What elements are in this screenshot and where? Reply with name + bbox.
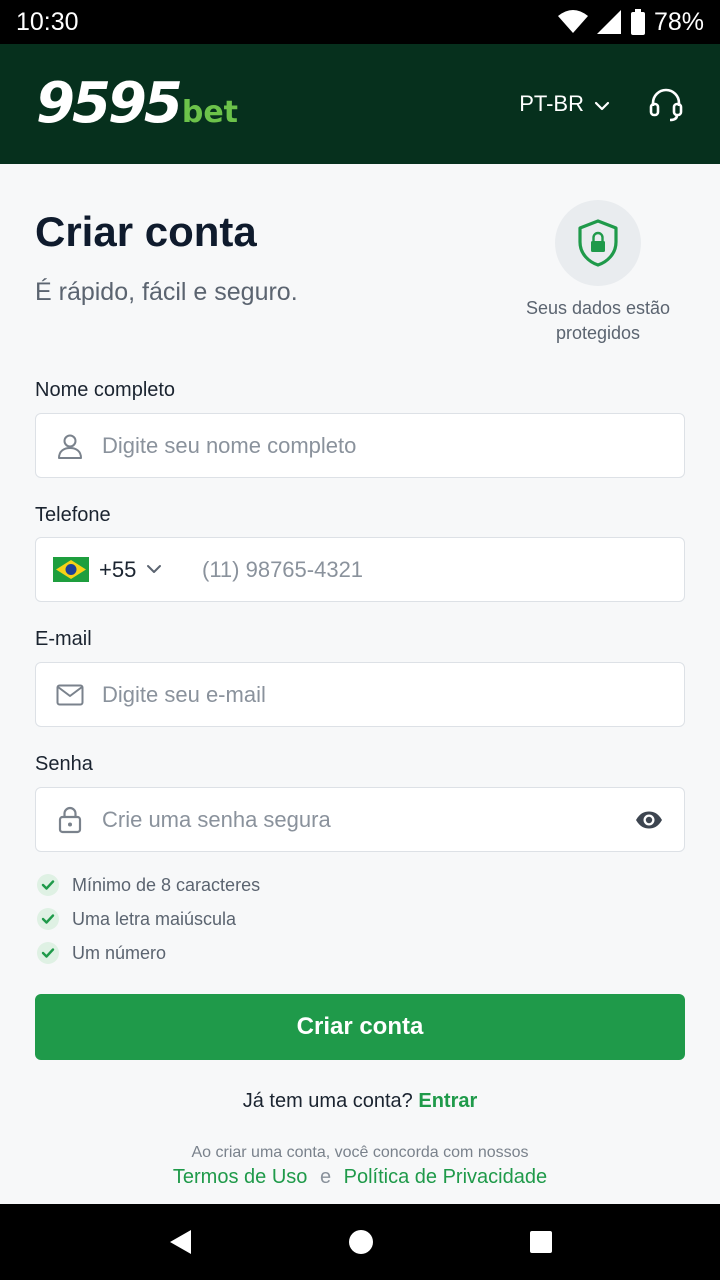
terms-conjunction: e xyxy=(319,1166,332,1188)
back-icon[interactable] xyxy=(167,1228,193,1256)
logo-main: 9595 xyxy=(36,71,183,136)
password-label: Senha xyxy=(35,753,93,775)
lock-icon xyxy=(36,806,102,834)
name-field[interactable] xyxy=(35,413,685,478)
check-icon xyxy=(37,908,59,930)
secure-text: Seus dados estão protegidos xyxy=(510,296,686,346)
password-rules: Mínimo de 8 caracteres Uma letra maiúscu… xyxy=(37,868,260,970)
battery-percent: 78% xyxy=(653,7,704,36)
header-actions: PT-BR xyxy=(519,86,684,122)
signup-content: Criar conta É rápido, fácil e seguro. Se… xyxy=(0,164,720,1204)
password-rule-text: Uma letra maiúscula xyxy=(72,908,237,929)
terms-links: Termos de Uso e Política de Privacidade xyxy=(0,1166,720,1189)
country-code-selector[interactable]: +55 xyxy=(36,557,202,583)
password-rule: Um número xyxy=(37,936,260,970)
name-label: Nome completo xyxy=(35,379,176,401)
brazil-flag-icon xyxy=(53,557,89,582)
system-nav-bar xyxy=(0,1204,720,1280)
check-icon xyxy=(37,942,59,964)
shield-lock-icon xyxy=(555,200,641,286)
secure-badge: Seus dados estão protegidos xyxy=(510,200,686,346)
privacy-policy-link[interactable]: Política de Privacidade xyxy=(344,1166,547,1188)
brand-logo[interactable]: 9595 bet xyxy=(36,76,238,132)
wifi-icon xyxy=(557,10,588,34)
password-rule-text: Mínimo de 8 caracteres xyxy=(72,874,261,895)
terms-of-use-link[interactable]: Termos de Uso xyxy=(173,1166,308,1188)
language-label: PT-BR xyxy=(519,91,584,116)
password-rule-text: Um número xyxy=(72,942,167,963)
secure-text-line2: protegidos xyxy=(555,323,641,343)
page-subtitle: É rápido, fácil e seguro. xyxy=(35,278,298,306)
language-selector[interactable]: PT-BR xyxy=(519,91,610,117)
logo-sub: bet xyxy=(181,95,239,130)
mail-icon xyxy=(36,684,102,706)
phone-field[interactable]: +55 xyxy=(35,537,685,602)
secure-text-line1: Seus dados estão xyxy=(525,298,671,318)
recents-icon[interactable] xyxy=(529,1230,553,1254)
eye-icon[interactable] xyxy=(614,811,684,829)
signal-icon xyxy=(596,9,622,35)
chevron-down-icon xyxy=(146,561,162,579)
email-label: E-mail xyxy=(35,628,92,650)
password-field[interactable] xyxy=(35,787,685,852)
user-icon xyxy=(36,433,102,459)
login-prompt-text: Já tem uma conta? xyxy=(242,1090,413,1112)
email-input[interactable] xyxy=(102,663,684,726)
status-bar: 10:30 78% xyxy=(0,0,720,44)
name-input[interactable] xyxy=(102,414,684,477)
password-input[interactable] xyxy=(102,788,614,851)
password-rule: Mínimo de 8 caracteres xyxy=(37,868,260,902)
phone-label: Telefone xyxy=(35,504,111,526)
page-title: Criar conta xyxy=(35,208,257,255)
password-rule: Uma letra maiúscula xyxy=(37,902,260,936)
login-link[interactable]: Entrar xyxy=(418,1090,477,1112)
headset-icon[interactable] xyxy=(648,86,684,122)
dial-code: +55 xyxy=(99,556,137,582)
login-prompt: Já tem uma conta? Entrar xyxy=(0,1090,720,1113)
chevron-down-icon xyxy=(594,91,610,117)
phone-input[interactable] xyxy=(202,538,684,601)
home-icon[interactable] xyxy=(348,1229,374,1255)
app-header: 9595 bet PT-BR xyxy=(0,44,720,164)
terms-text: Ao criar uma conta, você concorda com no… xyxy=(191,1144,529,1161)
status-icons: 78% xyxy=(557,7,704,37)
check-icon xyxy=(37,874,59,896)
email-field[interactable] xyxy=(35,662,685,727)
status-time: 10:30 xyxy=(16,7,79,36)
battery-icon xyxy=(630,9,646,35)
create-account-button[interactable]: Criar conta xyxy=(35,994,685,1060)
